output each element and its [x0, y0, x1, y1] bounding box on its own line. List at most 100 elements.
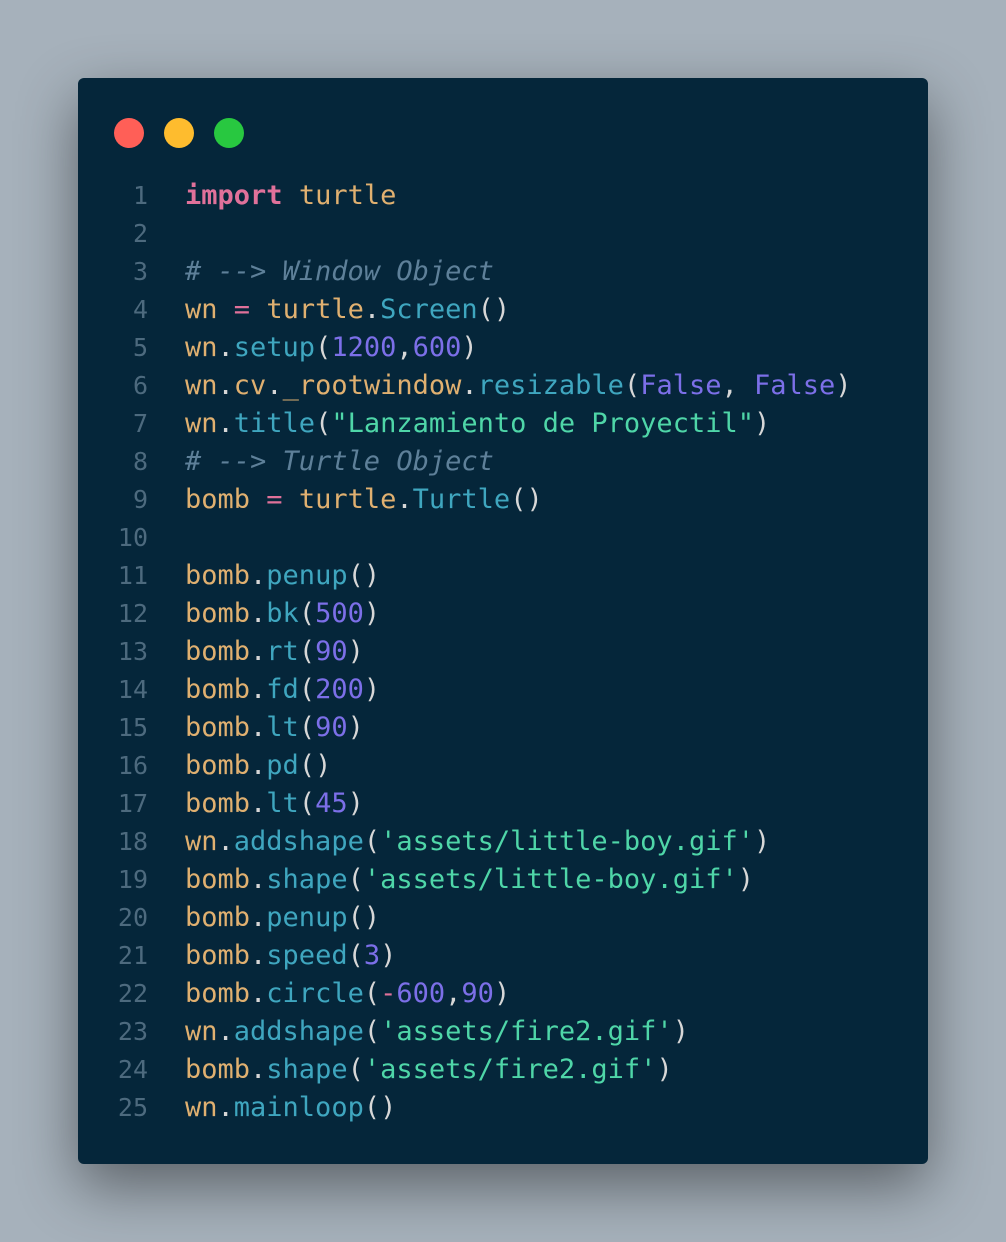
code-token: lt	[266, 712, 299, 743]
code-token: (	[623, 370, 641, 401]
code-token: )	[753, 408, 771, 439]
code-line: 11 bomb.penup()	[78, 557, 928, 595]
code-token: (	[363, 1016, 381, 1047]
code-token: rt	[266, 636, 299, 667]
line-number: 6	[132, 371, 148, 400]
code-line: 15 bomb.lt(90)	[78, 709, 928, 747]
code-token: .	[217, 408, 234, 439]
code-token: .	[250, 902, 267, 933]
line-source: bomb.lt(45)	[185, 785, 364, 823]
code-token: 45	[315, 788, 348, 819]
code-token: cv	[233, 370, 267, 401]
code-line: 17 bomb.lt(45)	[78, 785, 928, 823]
code-token: resizable	[477, 370, 624, 401]
code-token: bomb	[185, 788, 251, 819]
code-line: 13 bomb.rt(90)	[78, 633, 928, 671]
line-source: wn.mainloop()	[185, 1089, 396, 1127]
code-line: 20 bomb.penup()	[78, 899, 928, 937]
code-token: 90	[461, 978, 494, 1009]
line-source: bomb.pd()	[185, 747, 331, 785]
maximize-button[interactable]	[214, 118, 244, 148]
code-token: .	[250, 636, 267, 667]
line-source: bomb.bk(500)	[185, 595, 380, 633]
code-token: (	[347, 1054, 364, 1085]
code-token: # --> Window Object	[185, 256, 494, 287]
code-token: False	[640, 370, 722, 401]
code-token: wn	[185, 332, 218, 363]
code-token: pd	[266, 750, 299, 781]
code-line: 22 bomb.circle(-600,90)	[78, 975, 928, 1013]
code-token: .	[250, 750, 267, 781]
close-button[interactable]	[114, 118, 144, 148]
code-token: =	[233, 294, 251, 325]
line-number: 24	[117, 1055, 148, 1084]
line-source: bomb.shape('assets/little-boy.gif')	[185, 861, 754, 899]
code-token: bomb	[185, 712, 251, 743]
code-line: 23 wn.addshape('assets/fire2.gif')	[78, 1013, 928, 1051]
code-token: .	[217, 332, 234, 363]
code-token: )	[656, 1054, 673, 1085]
code-token: penup	[266, 560, 348, 591]
code-token: 600	[396, 978, 446, 1009]
line-source: # --> Turtle Object	[185, 443, 494, 481]
code-token: .	[363, 294, 381, 325]
code-token: )	[753, 826, 771, 857]
code-line: 25 wn.mainloop()	[78, 1089, 928, 1127]
line-source: wn.cv._rootwindow.resizable(False, False…	[185, 367, 852, 405]
code-token: )	[347, 636, 364, 667]
code-line: 6 wn.cv._rootwindow.resizable(False, Fals…	[78, 367, 928, 405]
code-line: 7 wn.title("Lanzamiento de Proyectil")	[78, 405, 928, 443]
code-token: )	[493, 978, 511, 1009]
code-block: 1 import turtle 2 3 # --> Window Object 4 wn =…	[78, 177, 928, 1127]
code-token: ()	[477, 294, 511, 325]
code-token: import	[185, 180, 283, 211]
code-token: wn	[185, 294, 218, 325]
line-number: 3	[132, 257, 148, 286]
code-line: 16 bomb.pd()	[78, 747, 928, 785]
code-token: )	[461, 332, 478, 363]
code-token: ,	[396, 332, 413, 363]
code-token: bomb	[185, 674, 251, 705]
code-token: turtle	[298, 180, 397, 211]
code-token: speed	[266, 940, 348, 971]
code-token: ()	[510, 484, 543, 515]
code-line: 3 # --> Window Object	[78, 253, 928, 291]
code-token: )	[363, 674, 381, 705]
code-token: wn	[185, 1092, 218, 1123]
code-token: (	[298, 636, 316, 667]
code-token: )	[380, 940, 397, 971]
code-token: ,	[445, 978, 462, 1009]
line-number: 9	[132, 485, 148, 514]
code-token: wn	[185, 408, 218, 439]
code-token: 200	[315, 674, 364, 705]
line-number: 5	[132, 333, 148, 362]
minimize-button[interactable]	[164, 118, 194, 148]
line-source: bomb = turtle.Turtle()	[185, 481, 543, 519]
line-number: 12	[117, 599, 148, 628]
code-token: 90	[315, 712, 348, 743]
code-token: 500	[315, 598, 364, 629]
line-number: 14	[117, 675, 148, 704]
code-token: 'assets/fire2.gif'	[363, 1054, 657, 1085]
code-token: Turtle	[412, 484, 511, 515]
code-token: 'assets/little-boy.gif'	[363, 864, 738, 895]
line-source: wn = turtle.Screen()	[185, 291, 510, 329]
code-line: 1 import turtle	[78, 177, 928, 215]
line-source: bomb.lt(90)	[185, 709, 364, 747]
code-token: ()	[298, 750, 332, 781]
line-source: bomb.fd(200)	[185, 671, 380, 709]
code-token: bomb	[185, 484, 251, 515]
line-number: 11	[117, 561, 148, 590]
code-token: .	[250, 560, 267, 591]
code-token: =	[266, 484, 283, 515]
code-token: .	[250, 674, 267, 705]
code-line: 18 wn.addshape('assets/little-boy.gif')	[78, 823, 928, 861]
line-source: wn.title("Lanzamiento de Proyectil")	[185, 405, 770, 443]
line-number: 25	[117, 1093, 148, 1122]
code-line: 14 bomb.fd(200)	[78, 671, 928, 709]
code-token: 'assets/fire2.gif'	[380, 1016, 673, 1047]
code-token: bomb	[185, 636, 251, 667]
